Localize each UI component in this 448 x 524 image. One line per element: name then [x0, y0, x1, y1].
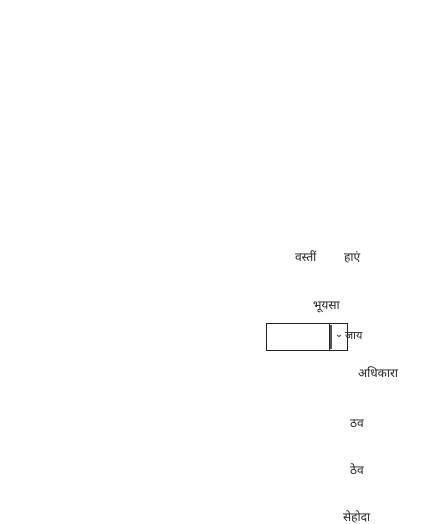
section-label: भूयसा — [313, 298, 340, 312]
dropdown-value: जाय — [345, 329, 363, 342]
option-label-e: ठव — [350, 416, 364, 430]
dropdown-container[interactable] — [266, 323, 330, 351]
dropdown-divider — [330, 325, 332, 349]
chevron-down-icon[interactable]: ⌄ — [334, 328, 344, 342]
option-label-g: सेहोदा — [343, 510, 371, 524]
option-label-d: अधिकारा — [358, 366, 398, 380]
option-label-f: ठेव — [350, 463, 364, 477]
toolbar-label-a: वस्तीं — [295, 250, 317, 264]
toolbar-label-b: हाएं — [344, 250, 361, 264]
